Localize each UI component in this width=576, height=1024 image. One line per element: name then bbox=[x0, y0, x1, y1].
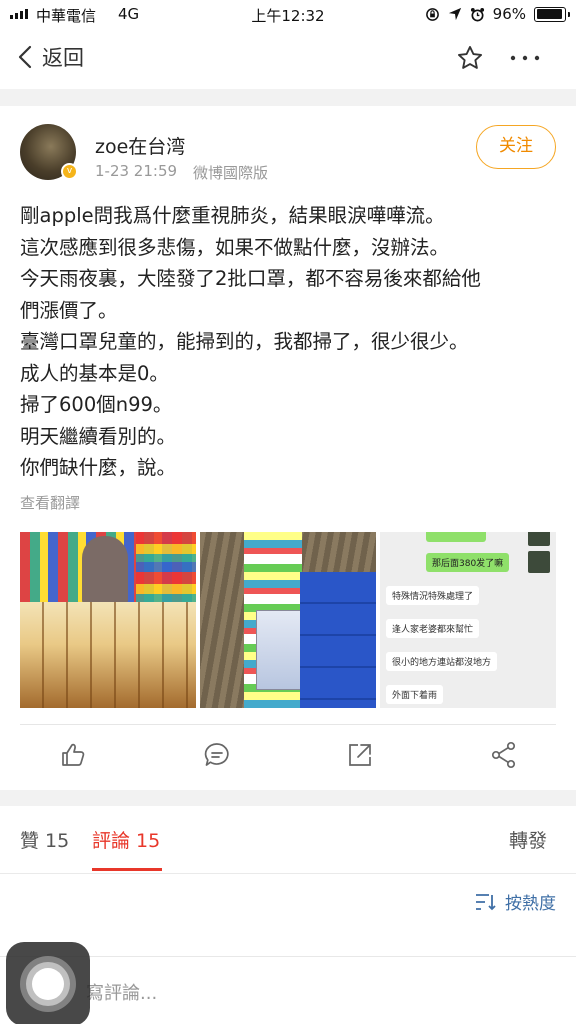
photo-mask-boxes[interactable] bbox=[200, 532, 376, 708]
chat-bubble-white: 特殊情況特殊處理了 bbox=[386, 586, 480, 605]
chevron-left-icon bbox=[18, 45, 32, 69]
post-source: 微博國際版 bbox=[193, 164, 269, 182]
battery-fill bbox=[536, 9, 563, 19]
status-bar: 中華電信 4G 上午12:32 96% bbox=[0, 0, 576, 30]
post-meta: 1-23 21:59 微博國際版 bbox=[95, 162, 268, 183]
tab-bar: 贊 15 評論 15 轉發 bbox=[0, 806, 576, 874]
nav-bar: 返回 bbox=[0, 30, 576, 88]
more-dots-icon[interactable] bbox=[508, 44, 542, 72]
action-bar bbox=[0, 740, 576, 776]
chat-bubble-white: 很小的地方連站都沒地方 bbox=[386, 652, 498, 671]
back-label: 返回 bbox=[42, 46, 84, 70]
alarm-icon bbox=[470, 7, 484, 21]
section-divider bbox=[0, 790, 576, 806]
battery-percent: 96% bbox=[492, 5, 526, 23]
section-divider bbox=[0, 89, 576, 106]
photo-counter bbox=[20, 602, 196, 708]
active-tab-indicator bbox=[92, 868, 162, 871]
location-icon bbox=[448, 7, 461, 21]
sort-button[interactable]: 按熱度 bbox=[475, 889, 556, 914]
verified-badge-icon: v bbox=[61, 163, 78, 180]
tab-likes[interactable]: 贊 15 bbox=[20, 826, 69, 853]
chat-avatar bbox=[528, 532, 550, 546]
post-text-line: 今天雨夜裏，大陸發了2批口罩，都不容易後來都給他 bbox=[20, 267, 481, 290]
translate-link[interactable]: 查看翻譯 bbox=[20, 492, 80, 513]
tab-reposts[interactable]: 轉發 bbox=[509, 826, 547, 853]
forward-icon[interactable] bbox=[345, 740, 375, 770]
assistive-core bbox=[32, 968, 64, 1000]
post-text-line: 臺灣口罩兒童的，能掃到的，我都掃了，很少很少。 bbox=[20, 330, 469, 353]
post-text-line: 這次感應到很多悲傷，如果不做點什麼，沒辦法。 bbox=[20, 235, 450, 259]
rotation-lock-icon bbox=[425, 7, 439, 21]
chat-bubble-white: 逢人家老婆都來幫忙 bbox=[386, 619, 480, 638]
battery-icon bbox=[534, 6, 570, 22]
back-button[interactable]: 返回 bbox=[18, 42, 84, 72]
post-text-line: 掃了600個n99。 bbox=[20, 393, 173, 416]
assistive-touch-button[interactable] bbox=[6, 942, 90, 1024]
post-text-line: 剛apple問我爲什麼重視肺炎，結果眼淚嘩嘩流。 bbox=[20, 204, 445, 227]
comment-input[interactable]: 寫評論... bbox=[86, 979, 157, 1005]
sort-icon bbox=[476, 893, 496, 910]
share-icon[interactable] bbox=[489, 740, 519, 770]
star-icon[interactable] bbox=[456, 44, 484, 72]
chat-bubble-green: 那后面380发了嘛 bbox=[426, 553, 510, 572]
post-text-line: 明天繼續看別的。 bbox=[20, 424, 177, 448]
username[interactable]: zoe在台湾 bbox=[95, 132, 185, 159]
photo-box bbox=[256, 610, 304, 690]
photo-person bbox=[82, 536, 128, 606]
photo-pharmacy-counter[interactable] bbox=[20, 532, 196, 708]
post-text-line: 成人的基本是0。 bbox=[20, 361, 169, 385]
photo-grid: 那后面380发了嘛 特殊情況特殊處理了 逢人家老婆都來幫忙 很小的地方連站都沒地… bbox=[20, 532, 556, 708]
post-text: 剛apple問我爲什麼重視肺炎，結果眼淚嘩嘩流。 這次感應到很多悲傷，如果不做點… bbox=[20, 200, 560, 484]
post-time: 1-23 21:59 bbox=[95, 162, 178, 180]
photo-chat-screenshot[interactable]: 那后面380发了嘛 特殊情況特殊處理了 逢人家老婆都來幫忙 很小的地方連站都沒地… bbox=[380, 532, 556, 708]
post-text-line: 你們缺什麼，說。 bbox=[20, 456, 177, 479]
follow-button[interactable]: 关注 bbox=[476, 125, 556, 169]
chat-bubble-green bbox=[426, 532, 486, 542]
tab-comments[interactable]: 評論 15 bbox=[92, 826, 160, 853]
chat-avatar bbox=[528, 551, 550, 573]
like-icon[interactable] bbox=[58, 740, 88, 770]
photo-blue-crates bbox=[300, 572, 376, 708]
comment-icon[interactable] bbox=[202, 740, 232, 770]
chat-bubble-white: 外面下着雨 bbox=[386, 685, 444, 704]
divider bbox=[20, 724, 556, 725]
sort-label: 按熱度 bbox=[505, 894, 556, 914]
post-text-line: 們漲價了。 bbox=[20, 298, 118, 322]
